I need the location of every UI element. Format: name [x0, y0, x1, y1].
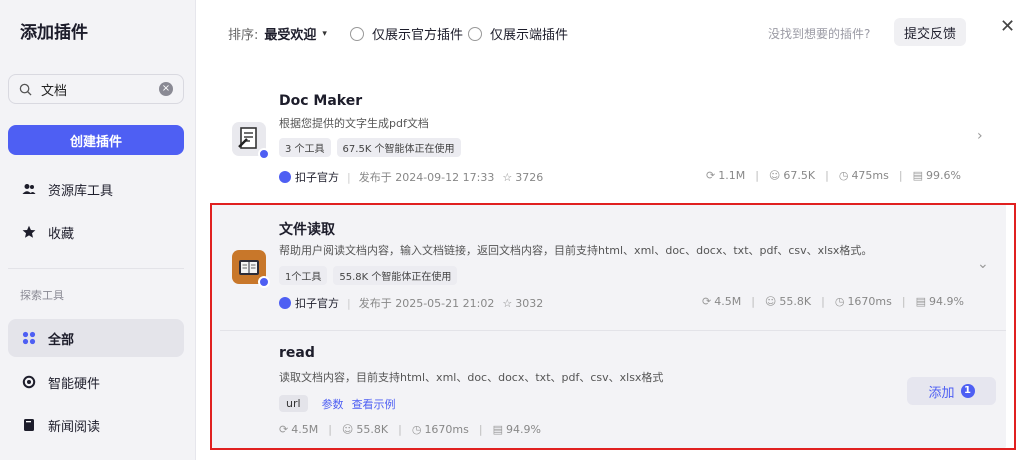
create-plugin-button[interactable]: 创建插件 — [8, 125, 184, 155]
chevron-right-icon[interactable]: › — [977, 128, 983, 144]
radio-client-only[interactable]: 仅展示端插件 — [468, 24, 568, 43]
highlight-outline — [210, 203, 1016, 450]
separator: | — [755, 169, 759, 182]
separator: | — [898, 169, 903, 182]
success-icon: ▤ — [912, 169, 924, 182]
star-count: 3726 — [515, 170, 544, 184]
star-icon: ☆ — [502, 170, 513, 184]
latency: 475ms — [851, 169, 889, 182]
search-icon — [19, 82, 33, 96]
sidebar-item-label: 全部 — [48, 332, 75, 348]
clock-icon: ◷ — [838, 169, 849, 182]
sort-dropdown[interactable]: 排序: 最受欢迎 ▾ — [228, 24, 327, 43]
topbar: 排序: 最受欢迎 ▾ 仅展示官方插件 仅展示端插件 没找到想要的插件? 提交反馈… — [196, 0, 1024, 64]
separator: | — [347, 170, 351, 184]
bots-icon: ☺ — [768, 169, 781, 182]
radio-official-only[interactable]: 仅展示官方插件 — [350, 24, 463, 43]
caret-down-icon: ▾ — [322, 28, 327, 39]
plugin-stats: ⟳ 1.1M | ☺ 67.5K | ◷ 475ms | ▤ 99.6% — [706, 169, 961, 182]
radio-icon[interactable] — [350, 26, 364, 41]
section-title: 探索工具 — [20, 289, 64, 302]
plugin-name: Doc Maker — [279, 93, 363, 109]
publisher-name: 扣子官方 — [295, 171, 339, 184]
bots-count: 67.5K — [783, 169, 816, 182]
sidebar-item-all[interactable]: 全部 — [8, 319, 184, 357]
clear-icon[interactable]: × — [159, 82, 173, 96]
users-icon — [22, 182, 36, 196]
close-icon[interactable]: ✕ — [1000, 16, 1015, 37]
plugin-tags: 3 个工具 67.5K 个智能体正在使用 — [279, 138, 461, 157]
publish-date: 发布于 2024-09-12 17:33 — [358, 171, 495, 184]
sidebar-item-news-reading[interactable]: 新闻阅读 — [8, 406, 184, 444]
radio-label: 仅展示官方插件 — [372, 28, 464, 43]
calls-count: 1.1M — [718, 169, 746, 182]
separator: | — [825, 169, 829, 182]
publisher-logo-icon — [279, 171, 291, 183]
sidebar-item-label: 收藏 — [48, 226, 75, 242]
not-found-hint: 没找到想要的插件? — [768, 27, 871, 41]
sidebar-title: 添加插件 — [20, 23, 88, 43]
usage-tag: 67.5K 个智能体正在使用 — [336, 138, 461, 157]
radio-label: 仅展示端插件 — [490, 28, 569, 43]
sidebar: 添加插件 × 创建插件 资源库工具 收藏 探索工具 全部 智能硬件 — [0, 0, 196, 460]
calls-icon: ⟳ — [706, 169, 716, 182]
publisher: 扣子官方 — [279, 169, 339, 185]
plugin-card-doc-maker[interactable]: Doc Maker 根据您提供的文字生成pdf文档 3 个工具 67.5K 个智… — [212, 80, 1006, 200]
chip-icon — [22, 375, 36, 389]
plugin-description: 根据您提供的文字生成pdf文档 — [279, 117, 429, 130]
sidebar-item-label: 新闻阅读 — [48, 419, 101, 435]
grid-icon — [22, 331, 36, 345]
sort-label: 排序: — [228, 28, 259, 43]
book-icon — [22, 418, 36, 432]
search-box[interactable]: × — [8, 74, 184, 104]
star-icon — [22, 225, 36, 239]
divider — [8, 268, 184, 269]
sort-value: 最受欢迎 — [264, 28, 317, 43]
official-badge-icon — [258, 148, 270, 160]
sidebar-item-smart-hardware[interactable]: 智能硬件 — [8, 363, 184, 401]
tool-count-tag: 3 个工具 — [279, 138, 331, 157]
sidebar-item-label: 智能硬件 — [48, 376, 101, 392]
plugin-logo — [232, 122, 270, 160]
radio-icon[interactable] — [468, 26, 482, 41]
success-rate: 99.6% — [926, 169, 961, 182]
plugin-meta: 扣子官方 | 发布于 2024-09-12 17:33 ☆ 3726 — [279, 169, 543, 185]
sidebar-item-label: 资源库工具 — [48, 183, 114, 199]
sidebar-item-library-tools[interactable]: 资源库工具 — [8, 170, 184, 208]
sidebar-item-favorites[interactable]: 收藏 — [8, 213, 184, 251]
search-input[interactable] — [41, 81, 159, 97]
feedback-button[interactable]: 提交反馈 — [894, 18, 966, 46]
